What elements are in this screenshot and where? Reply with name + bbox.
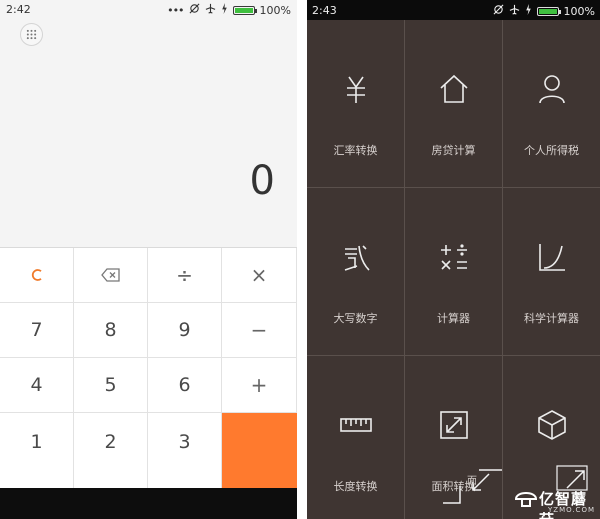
digit-6-button[interactable]: 6 — [148, 358, 222, 413]
watermark-brand: 亿智蘑菇 — [539, 490, 588, 519]
calculator-display: 0 — [249, 158, 275, 204]
grid-menu-button[interactable] — [20, 23, 43, 46]
backspace-button[interactable] — [74, 248, 148, 303]
airplane-icon — [509, 4, 520, 18]
status-time: 2:43 — [312, 4, 337, 17]
cube-icon — [537, 410, 566, 440]
battery-percent: 100% — [259, 3, 291, 17]
equals-button[interactable] — [222, 413, 297, 490]
ruler-icon — [339, 418, 372, 432]
more-dots-icon: ••• — [167, 3, 184, 17]
tool-calculator[interactable]: 计算器 — [405, 188, 503, 356]
tool-income-tax[interactable]: 个人所得税 — [503, 20, 600, 188]
tool-length-converter[interactable]: 长度转换 — [307, 356, 405, 519]
chinese-numeral-icon — [344, 245, 370, 271]
navigation-bar — [0, 488, 297, 519]
minus-button[interactable]: − — [222, 303, 297, 358]
screen-divider — [297, 0, 307, 519]
status-bar: 2:42 ••• 100% — [0, 0, 297, 18]
calculator-screen: 2:42 ••• 100% 0 ÷ × 7 8 9 − 4 5 6 + 1 2 … — [0, 0, 297, 519]
calculator-icon — [440, 244, 467, 270]
digit-1-button[interactable]: 1 — [0, 413, 74, 489]
backspace-icon — [100, 268, 120, 282]
alarm-off-icon — [493, 4, 504, 18]
overlay-caption: 面 — [467, 476, 477, 487]
charging-icon — [221, 3, 228, 17]
grid-dots-icon — [26, 29, 37, 40]
tool-label: 个人所得税 — [524, 144, 579, 157]
status-bar: 2:43 100% — [307, 0, 600, 20]
house-icon — [439, 74, 468, 103]
alarm-off-icon — [189, 3, 200, 17]
tool-currency-converter[interactable]: 汇率转换 — [307, 20, 405, 188]
multiply-button[interactable]: × — [222, 248, 297, 303]
tool-label: 计算器 — [437, 312, 470, 325]
tool-mortgage-calculator[interactable]: 房贷计算 — [405, 20, 503, 188]
tool-scientific-calculator[interactable]: 科学计算器 — [503, 188, 600, 356]
tools-screen: 2:43 100% 汇率转换 房贷计算 个人所得税 大写数字 计算器 科学计算器… — [307, 0, 600, 519]
clear-button[interactable] — [0, 248, 74, 303]
digit-2-button[interactable]: 2 — [74, 413, 148, 489]
tool-uppercase-numbers[interactable]: 大写数字 — [307, 188, 405, 356]
clear-icon — [31, 269, 42, 281]
tool-label: 大写数字 — [333, 312, 378, 325]
digit-8-button[interactable]: 8 — [74, 303, 148, 358]
tool-label: 汇率转换 — [333, 144, 378, 157]
mushroom-logo-icon — [514, 492, 538, 507]
battery-icon — [232, 5, 257, 15]
tool-label: 科学计算器 — [524, 312, 579, 325]
watermark-domain: YZMO.COM — [548, 506, 595, 514]
battery-percent: 100% — [563, 4, 595, 18]
graph-icon — [538, 244, 565, 271]
tool-label: 房贷计算 — [431, 144, 476, 157]
person-icon — [538, 75, 565, 104]
plus-button[interactable]: + — [222, 358, 297, 413]
screenshot-root: 2:42 ••• 100% 0 ÷ × 7 8 9 − 4 5 6 + 1 2 … — [0, 0, 600, 519]
battery-icon — [536, 6, 561, 16]
keypad: ÷ × 7 8 9 − 4 5 6 + 1 2 3 — [0, 247, 297, 490]
digit-4-button[interactable]: 4 — [0, 358, 74, 413]
digit-5-button[interactable]: 5 — [74, 358, 148, 413]
digit-9-button[interactable]: 9 — [148, 303, 222, 358]
airplane-icon — [205, 3, 216, 17]
divide-button[interactable]: ÷ — [148, 248, 222, 303]
status-time: 2:42 — [6, 3, 31, 16]
charging-icon — [525, 4, 532, 18]
area-icon — [439, 411, 468, 439]
digit-3-button[interactable]: 3 — [148, 413, 222, 489]
yen-icon — [346, 76, 365, 103]
digit-7-button[interactable]: 7 — [0, 303, 74, 358]
tool-label: 长度转换 — [333, 480, 378, 493]
